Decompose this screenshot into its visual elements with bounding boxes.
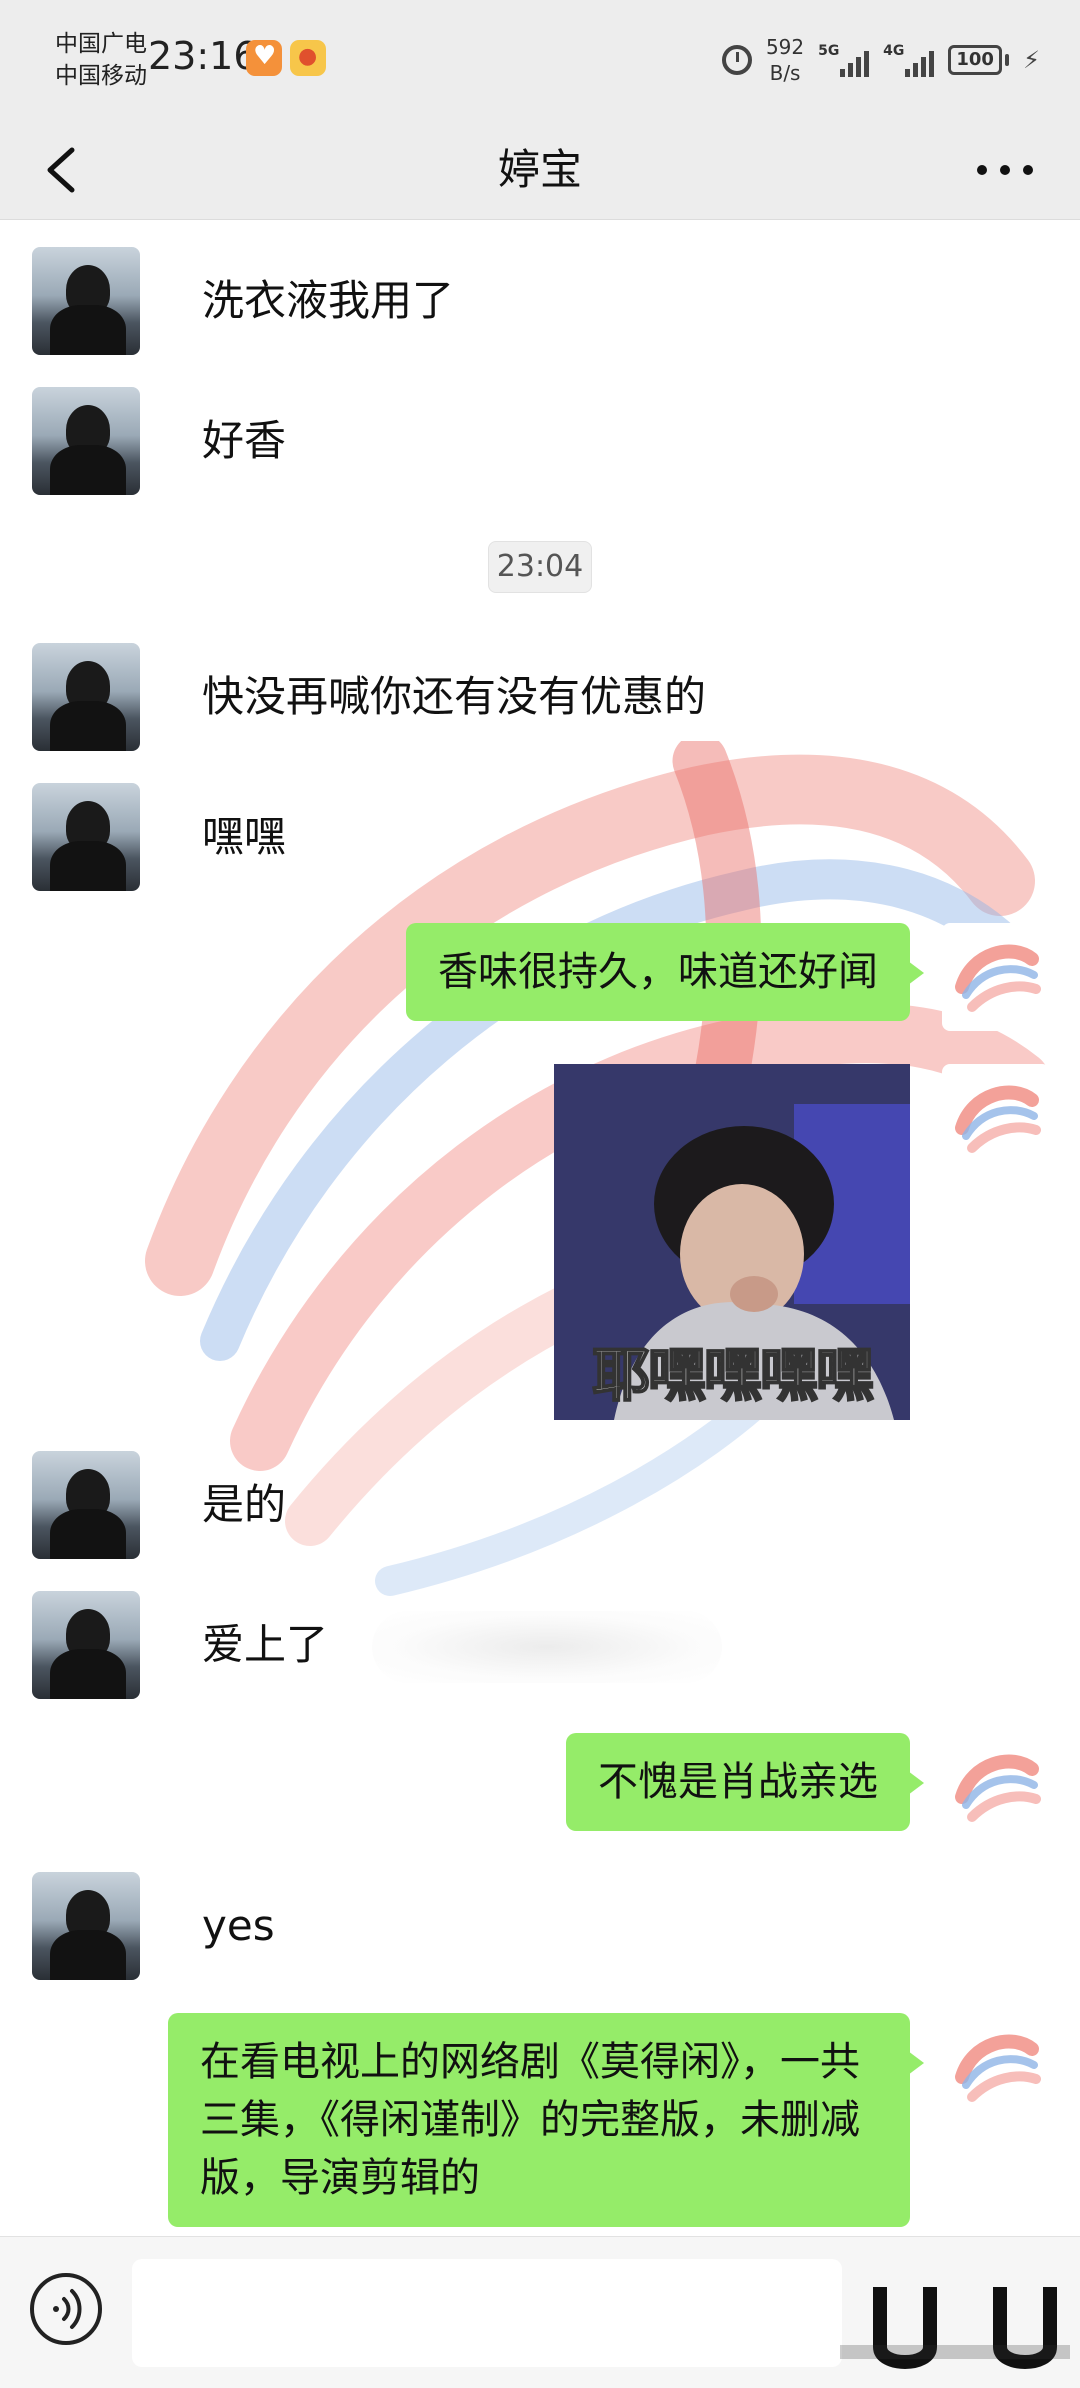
message-row: yes	[0, 1872, 1080, 1982]
message-text: 嘿嘿	[202, 812, 287, 861]
message-list[interactable]: 洗衣液我用了 好香 23:04 快没再喊你还有没有优惠的 嘿嘿 香味很持久，味道…	[0, 221, 1080, 2236]
message-row: 不愧是肖战亲选	[0, 1733, 1080, 1843]
carrier-2: 中国移动	[55, 63, 147, 89]
contact-avatar[interactable]	[32, 1451, 140, 1559]
status-bar: 中国广电 中国移动 23:16 592 B/s 5G 4G 100 ⚡	[0, 0, 1080, 120]
watermark-logo	[840, 2287, 1070, 2369]
voice-wave-icon[interactable]	[30, 2273, 102, 2345]
contact-avatar[interactable]	[32, 643, 140, 751]
timestamp-badge: 23:04	[488, 541, 592, 593]
contact-avatar[interactable]	[32, 783, 140, 891]
contact-avatar[interactable]	[32, 387, 140, 495]
signal-4g-label: 4G	[883, 43, 905, 59]
sticker-caption: 耶嘿嘿嘿嘿	[591, 1340, 875, 1410]
chat-title: 婷宝	[497, 145, 582, 194]
message-text: 快没再喊你还有没有优惠的	[202, 672, 707, 721]
signal-icon: 4G	[883, 43, 935, 77]
my-avatar[interactable]	[942, 923, 1050, 1031]
message-bubble[interactable]: 在看电视上的网络剧《莫得闲》，一共三集，《得闲谨制》的完整版，未删减版，导演剪辑…	[168, 2013, 924, 2227]
message-bubble[interactable]: 香味很持久，味道还好闻	[406, 923, 924, 1021]
message-row: 在看电视上的网络剧《莫得闲》，一共三集，《得闲谨制》的完整版，未删减版，导演剪辑…	[0, 2013, 1080, 2236]
network-speed-value: 592	[765, 35, 805, 59]
contact-avatar[interactable]	[32, 1872, 140, 1980]
network-speed-unit: B/s	[769, 61, 801, 85]
message-row: 爱上了	[0, 1591, 1080, 1701]
message-text: 好香	[202, 416, 287, 465]
message-input[interactable]	[132, 2259, 842, 2367]
app-notification-icon	[246, 40, 282, 76]
input-bar	[0, 2236, 1080, 2388]
contact-avatar[interactable]	[32, 1591, 140, 1699]
charging-icon: ⚡	[1023, 46, 1040, 74]
message-text: 爱上了	[202, 1620, 329, 1669]
status-clock: 23:16	[148, 34, 258, 78]
message-row: 嘿嘿	[0, 783, 1080, 893]
carrier-info: 中国广电 中国移动	[55, 28, 147, 92]
status-icons: 592 B/s 5G 4G 100 ⚡	[721, 30, 1040, 90]
message-row: 洗衣液我用了	[0, 247, 1080, 357]
sticker-image[interactable]: 耶嘿嘿嘿嘿	[554, 1064, 910, 1420]
my-avatar[interactable]	[942, 1064, 1050, 1172]
weibo-icon	[290, 40, 326, 76]
message-bubble[interactable]: 不愧是肖战亲选	[566, 1733, 924, 1831]
message-text: yes	[202, 1901, 275, 1950]
network-speed: 592 B/s	[766, 34, 804, 86]
battery-icon: 100	[948, 45, 1010, 75]
signal-icon: 5G	[818, 43, 870, 77]
message-text: 洗衣液我用了	[202, 276, 455, 325]
carrier-1: 中国广电	[55, 31, 147, 57]
message-row: 是的	[0, 1451, 1080, 1561]
my-avatar[interactable]	[942, 2013, 1050, 2121]
message-row: 快没再喊你还有没有优惠的	[0, 643, 1080, 753]
alarm-icon	[721, 45, 752, 75]
message-row: 香味很持久，味道还好闻	[0, 923, 1080, 1033]
message-text: 是的	[202, 1480, 287, 1529]
signal-5g-label: 5G	[818, 43, 840, 59]
chat-header: 婷宝	[0, 120, 1080, 220]
message-row: 好香	[0, 387, 1080, 497]
battery-level: 100	[948, 45, 1003, 75]
my-avatar[interactable]	[942, 1733, 1050, 1841]
more-dots-icon[interactable]	[970, 150, 1040, 190]
contact-avatar[interactable]	[32, 247, 140, 355]
